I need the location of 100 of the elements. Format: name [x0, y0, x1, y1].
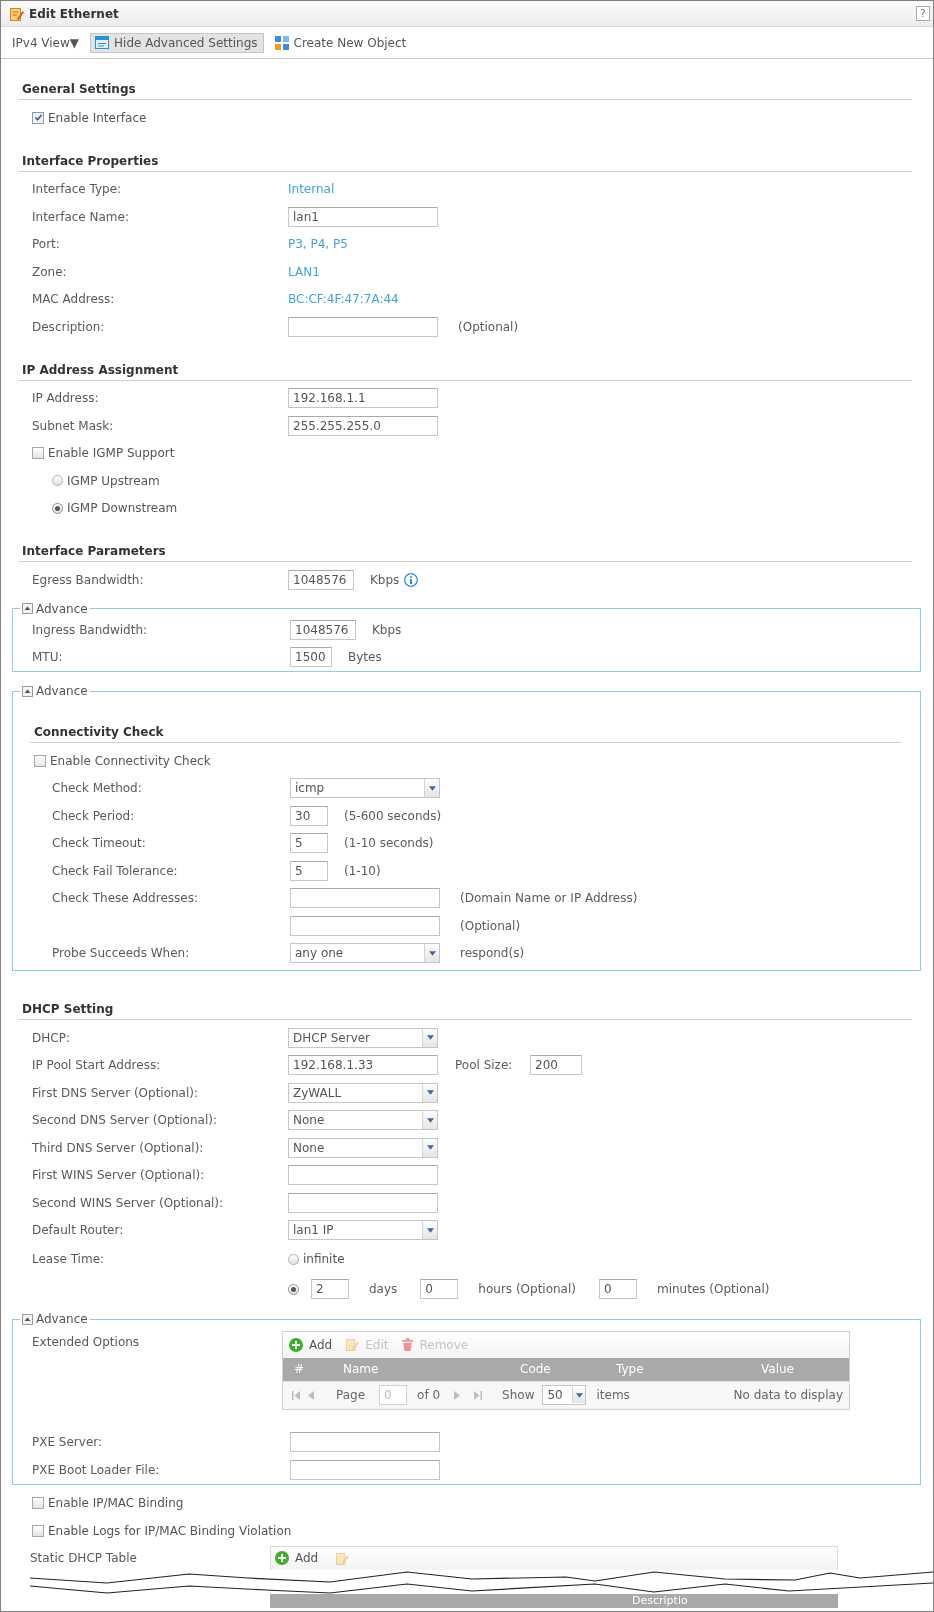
checkbox[interactable] — [32, 1524, 44, 1537]
radio-label: IGMP Downstream — [67, 501, 178, 516]
field-label: Third DNS Server (Optional): — [32, 1140, 205, 1155]
collapse-toggle-icon[interactable] — [22, 1313, 33, 1325]
add-button[interactable]: Add — [287, 1334, 335, 1355]
info-icon[interactable] — [404, 572, 419, 587]
checkbox[interactable] — [32, 447, 44, 460]
text-field[interactable]: lan1 — [288, 206, 438, 227]
dropdown[interactable]: icmp — [290, 778, 440, 799]
caret-down-icon — [424, 944, 439, 963]
panel-legend: Advance — [36, 601, 88, 616]
field-label: Extended Options — [32, 1333, 141, 1349]
field-label: IP Pool Start Address: — [32, 1058, 162, 1073]
number-field[interactable]: 2 — [311, 1279, 349, 1299]
dropdown[interactable]: DHCP Server — [288, 1027, 438, 1048]
field-label: Zone: — [32, 264, 68, 279]
number-field[interactable]: 5 — [290, 833, 328, 854]
window-title: Edit Ethernet — [29, 6, 119, 21]
dropdown[interactable]: None — [288, 1137, 438, 1158]
checkbox-label: Enable IP/MAC Binding — [48, 1496, 184, 1511]
checkbox[interactable] — [32, 1497, 44, 1510]
field-label: Check Period: — [52, 808, 136, 823]
number-field[interactable]: 0 — [599, 1279, 637, 1299]
caret-down-icon — [422, 1083, 437, 1102]
caret-down-icon — [422, 1028, 437, 1047]
add-icon — [275, 1551, 289, 1565]
column-header: Code — [520, 1362, 552, 1376]
field-label: Description: — [32, 319, 106, 334]
field-unit: Kbps — [370, 572, 400, 587]
text-field[interactable]: 255.255.255.0 — [288, 415, 438, 436]
field-value: LAN1 — [288, 264, 320, 279]
field-label: MTU: — [32, 650, 64, 665]
dropdown[interactable]: ZyWALL — [288, 1082, 438, 1103]
checkbox-label: Enable Logs for IP/MAC Binding Violation — [48, 1523, 292, 1538]
number-field[interactable]: 30 — [290, 805, 328, 826]
column-header: # — [293, 1362, 306, 1376]
field-unit: Bytes — [348, 650, 382, 665]
collapse-toggle-icon[interactable] — [22, 685, 33, 697]
text-field[interactable]: 192.168.1.1 — [288, 388, 438, 409]
field-label: Check Fail Tolerance: — [52, 863, 179, 878]
previous-page-icon[interactable] — [308, 1390, 314, 1400]
field-label: Default Router: — [32, 1223, 125, 1238]
number-field[interactable]: 0 — [420, 1279, 459, 1299]
checkbox-label: Enable IGMP Support — [48, 446, 175, 461]
field-unit: hours (Optional) — [478, 1282, 576, 1296]
field-hint: (Optional) — [460, 918, 521, 933]
number-field[interactable]: 1500 — [290, 647, 332, 668]
radio-label: IGMP Upstream — [67, 473, 160, 488]
text-field[interactable] — [288, 316, 438, 337]
field-value: Internal — [288, 182, 335, 197]
radio-button[interactable] — [288, 1283, 299, 1295]
text-field[interactable]: 192.168.1.33 — [288, 1055, 438, 1076]
caret-down-icon — [422, 1221, 437, 1240]
objects-grid-icon — [274, 35, 289, 50]
help-button[interactable]: ? — [916, 6, 930, 21]
caret-down-icon — [422, 1138, 437, 1157]
notepad-pencil-icon — [10, 6, 24, 21]
text-field[interactable] — [288, 1165, 438, 1186]
text-field[interactable]: 200 — [530, 1055, 582, 1076]
number-field[interactable]: 1048576 — [290, 619, 356, 640]
section-heading: Connectivity Check — [30, 724, 901, 743]
column-header: Descriptio — [632, 1593, 688, 1607]
field-label: Egress Bandwidth: — [32, 572, 145, 587]
number-field[interactable]: 5 — [290, 860, 328, 881]
text-field[interactable] — [290, 888, 440, 909]
number-field[interactable]: 1048576 — [288, 569, 354, 590]
field-label: Second DNS Server (Optional): — [32, 1113, 218, 1128]
checkbox-label: Enable Connectivity Check — [50, 753, 211, 768]
checkbox[interactable] — [34, 754, 46, 767]
radio-label: infinite — [303, 1252, 345, 1266]
text-field[interactable] — [290, 1432, 440, 1453]
text-field[interactable] — [290, 1459, 440, 1480]
column-header: Name — [343, 1362, 380, 1376]
radio-button[interactable] — [288, 1253, 299, 1265]
radio-button[interactable] — [52, 475, 63, 487]
radio-button[interactable] — [52, 502, 63, 514]
checkbox[interactable] — [32, 111, 44, 124]
field-label: Probe Succeeds When: — [52, 946, 191, 961]
toolbar-button[interactable]: Create New Object — [269, 30, 412, 55]
next-page-icon[interactable] — [454, 1390, 461, 1400]
dropdown[interactable]: None — [288, 1110, 438, 1131]
text-field[interactable] — [290, 915, 440, 936]
field-unit: minutes (Optional) — [657, 1282, 770, 1296]
field-label: Lease Time: — [32, 1252, 106, 1266]
last-page-icon[interactable] — [474, 1390, 483, 1400]
dropdown[interactable]: any one — [290, 943, 440, 964]
field-label: MAC Address: — [32, 292, 116, 307]
pager-label: of 0 — [417, 1388, 441, 1402]
section-heading: Interface Parameters — [18, 543, 912, 562]
field-label: Subnet Mask: — [32, 418, 115, 433]
toolbar-button[interactable]: Hide Advanced Settings — [90, 32, 264, 53]
add-button[interactable]: Add — [273, 1548, 321, 1568]
field-label: First DNS Server (Optional): — [32, 1085, 200, 1100]
view-menu[interactable]: IPv4 View▼ — [7, 30, 85, 55]
field-label: PXE Boot Loader File: — [32, 1462, 161, 1477]
panel-legend: Advance — [36, 684, 88, 698]
dropdown[interactable]: lan1 IP — [288, 1220, 438, 1241]
collapse-toggle-icon[interactable] — [22, 603, 33, 614]
field-label: Pool Size: — [455, 1058, 514, 1073]
text-field[interactable] — [288, 1192, 438, 1213]
